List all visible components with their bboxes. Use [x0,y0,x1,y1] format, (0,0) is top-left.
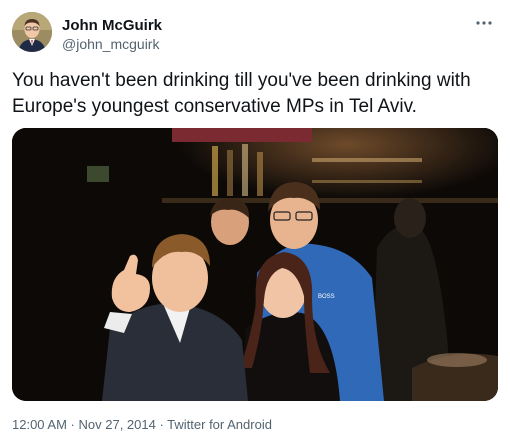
ellipsis-icon [476,21,492,25]
tweet-meta: 12:00 AM · Nov 27, 2014 · Twitter for An… [12,417,272,432]
shirt-logo: BOSS [318,294,335,300]
author-name[interactable]: John McGuirk [62,17,162,34]
photo-image: BOSS [12,128,498,401]
author-avatar[interactable] [12,12,52,52]
meta-separator-1: · [66,417,79,432]
tweet-photo[interactable]: BOSS [12,128,498,401]
tweet-source[interactable]: Twitter for Android [167,417,272,432]
meta-separator-2: · [155,417,168,432]
avatar-image [12,12,52,52]
tweet-text: You haven't been drinking till you've be… [12,70,471,117]
tweet-time[interactable]: 12:00 AM [12,417,67,432]
more-options-button[interactable] [472,14,496,32]
tweet-card: John McGuirk @john_mcguirk You haven't b… [0,0,510,437]
tweet-date[interactable]: Nov 27, 2014 [79,417,156,432]
author-handle[interactable]: @john_mcguirk [62,36,159,52]
